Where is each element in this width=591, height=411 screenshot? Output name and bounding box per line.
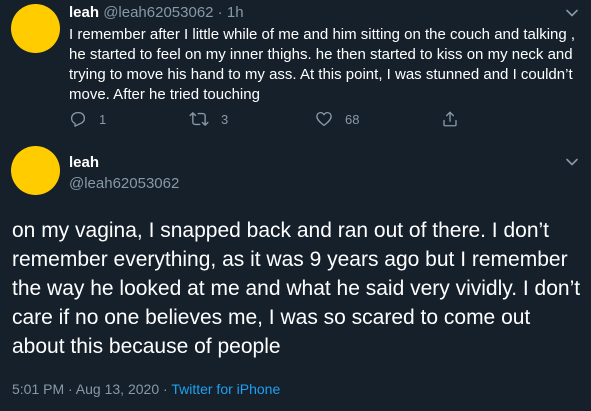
tweet-1[interactable]: leah @leah62053062 · 1h I remember after… [0, 0, 591, 139]
separator: · [213, 4, 227, 21]
reply-count: 1 [99, 111, 107, 127]
source-link[interactable]: Twitter for iPhone [171, 381, 280, 397]
tweet-2[interactable]: leah @leah62053062 on my vagina, I snapp… [0, 139, 591, 411]
share-button[interactable] [441, 110, 471, 128]
retweet-icon [189, 112, 209, 126]
tweet-meta: 5:01 PM · Aug 13, 2020 · Twitter for iPh… [12, 380, 280, 398]
like-count: 68 [345, 111, 360, 127]
avatar[interactable] [11, 146, 60, 195]
reply-button[interactable]: 1 [69, 110, 106, 128]
tweet-header: leah @leah62053062 · 1h [69, 3, 244, 23]
heart-icon [316, 111, 332, 127]
avatar[interactable] [11, 4, 60, 53]
timestamp[interactable]: 5:01 PM · Aug 13, 2020 [12, 381, 159, 397]
chevron-down-icon[interactable] [566, 8, 578, 18]
handle[interactable]: @leah62053062 [103, 4, 213, 21]
tweet-actions: 1 3 68 [69, 110, 581, 130]
like-button[interactable]: 68 [315, 110, 359, 128]
timestamp[interactable]: 1h [227, 4, 244, 21]
retweet-button[interactable]: 3 [189, 110, 228, 128]
display-name[interactable]: leah [69, 4, 99, 21]
tweet-text: on my vagina, I snapped back and ran out… [12, 219, 581, 358]
retweet-count: 3 [221, 111, 229, 127]
display-name[interactable]: leah [69, 153, 99, 173]
handle[interactable]: @leah62053062 [69, 174, 179, 194]
share-icon [443, 111, 457, 127]
reply-icon [70, 111, 86, 127]
chevron-down-icon[interactable] [566, 157, 578, 167]
meta-separator: · [159, 381, 172, 397]
tweet-text: I remember after I little while of me an… [69, 26, 576, 103]
